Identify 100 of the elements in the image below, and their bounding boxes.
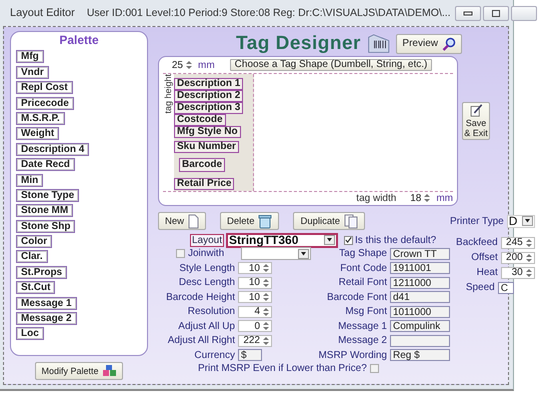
text-field[interactable]: 1211000 — [390, 276, 450, 289]
window-title: Layout Editor — [10, 7, 75, 19]
tag-height-label: tag height — [163, 74, 173, 114]
palette-item[interactable]: St.Props — [16, 266, 68, 279]
palette-item[interactable]: Clar. — [16, 250, 48, 264]
palette-item[interactable]: Vndr — [16, 66, 49, 79]
modify-palette-button[interactable]: Modify Palette — [35, 362, 123, 380]
palette-item[interactable]: Weight — [16, 127, 60, 140]
text-field[interactable]: Crown TT — [390, 248, 450, 260]
dropdown-caret-icon — [298, 248, 309, 259]
tag-field[interactable]: Costcode — [174, 114, 226, 126]
field-label: Message 1 — [337, 320, 387, 332]
spin-arrows-icon — [524, 268, 533, 278]
printer-setting-label: Backfeed — [456, 237, 498, 248]
number-field[interactable]: 10 — [238, 276, 272, 289]
spin-arrows-icon — [423, 193, 432, 203]
joinwith-label: Joinwith — [188, 248, 226, 260]
text-field[interactable]: C — [498, 282, 514, 294]
palette-item[interactable]: Color — [16, 235, 52, 248]
tag-width-label: tag width — [356, 192, 396, 204]
layout-dropdown[interactable]: StringTT360 — [226, 232, 338, 248]
currency-field[interactable]: $ — [238, 349, 262, 362]
tag-field[interactable]: Mfg Style No — [174, 126, 241, 138]
maximize-icon — [490, 8, 501, 18]
field-label: Retail Font — [338, 277, 387, 288]
palette-item[interactable]: Mfg — [16, 50, 44, 64]
palette-item[interactable]: Min — [16, 174, 44, 187]
checkbox[interactable] — [176, 249, 185, 258]
text-field[interactable] — [390, 334, 450, 347]
text-field[interactable]: Compulink — [390, 320, 450, 332]
minimize-button[interactable] — [454, 6, 481, 20]
palette-item[interactable]: Loc — [16, 327, 44, 340]
designer-title: Tag Designer — [236, 32, 361, 54]
joinwith-dropdown[interactable] — [241, 247, 311, 260]
trash-can-icon — [258, 214, 272, 228]
save-exit-button[interactable]: Save & Exit — [462, 102, 490, 140]
toolbar-button[interactable]: Delete — [220, 212, 280, 230]
tag-field[interactable]: Description 1 — [174, 78, 244, 90]
printer-setting-label: Speed — [466, 282, 495, 293]
palette-item[interactable]: Date Recd — [16, 158, 75, 172]
palette-item[interactable]: Pricecode — [16, 96, 74, 110]
minimize-icon — [462, 10, 473, 16]
number-field[interactable]: 10 — [238, 262, 272, 274]
palette-item[interactable]: Repl Cost — [16, 81, 73, 94]
toolbar-button[interactable]: New — [158, 212, 206, 230]
dropdown-caret-icon — [522, 216, 533, 226]
tag-field[interactable]: Barcode — [179, 158, 226, 172]
text-field[interactable]: 1911001 — [390, 262, 450, 274]
field-label: MSRP Wording — [317, 350, 387, 361]
toolbar-button[interactable]: Duplicate — [293, 212, 366, 230]
setting-label: Resolution — [186, 306, 235, 318]
checkbox[interactable] — [370, 364, 379, 372]
spin-arrows-icon — [262, 278, 270, 288]
text-field[interactable]: Reg $ — [390, 349, 450, 362]
spin-arrows-icon — [262, 292, 270, 302]
field-label: Tag Shape — [338, 248, 387, 260]
dropdown-caret-icon — [324, 235, 336, 245]
spin-arrows-icon — [524, 238, 533, 248]
spin-arrows-icon — [185, 60, 193, 70]
text-field[interactable]: d41 — [390, 291, 450, 304]
tag-field[interactable]: Sku Number — [174, 141, 239, 153]
palette-item[interactable]: Description 4 — [16, 142, 90, 156]
number-field[interactable]: 4 — [238, 306, 272, 318]
preview-button[interactable]: Preview — [396, 34, 462, 54]
field-label: Message 2 — [337, 335, 387, 346]
number-field[interactable]: 0 — [238, 320, 272, 332]
tag-field[interactable]: Retail Price — [174, 178, 234, 190]
currency-label: Currency — [193, 350, 235, 361]
setting-label: Adjust All Up — [177, 320, 235, 332]
number-field[interactable]: 10 — [238, 291, 272, 304]
spin-arrows-icon — [262, 336, 270, 346]
spin-arrows-icon — [262, 306, 270, 317]
number-field[interactable]: 30 — [500, 266, 535, 278]
tag-field[interactable]: Description 2 — [174, 90, 244, 102]
palette-item[interactable]: Message 1 — [16, 296, 77, 310]
tag-field[interactable]: Description 3 — [174, 102, 244, 114]
number-field[interactable]: 200 — [500, 252, 535, 264]
spin-arrows-icon — [524, 252, 533, 262]
number-field[interactable]: 245 — [500, 236, 535, 248]
palette-item[interactable]: St.Cut — [16, 281, 56, 294]
palette-item[interactable]: Stone Type — [16, 188, 80, 202]
checkbox[interactable] — [344, 236, 354, 244]
document-icon — [188, 214, 200, 228]
spin-arrows-icon — [262, 321, 270, 332]
palette-item[interactable]: Stone Shp — [16, 220, 76, 233]
text-field[interactable]: 1011000 — [390, 306, 450, 318]
print-msrp-label: Print MSRP Even if Lower than Price? — [198, 362, 367, 374]
barcode-tag-icon — [366, 32, 390, 56]
session-info: User ID:001 Level:10 Period:9 Store:08 Reg: Dr:C:\VISUALJS\DATA\DEMO\... — [86, 7, 451, 19]
copy-icon — [344, 214, 358, 228]
number-field[interactable]: 222 — [238, 334, 272, 347]
palette-item[interactable]: Message 2 — [16, 312, 77, 326]
maximize-button[interactable] — [482, 6, 509, 20]
unit-label: mm — [436, 192, 453, 204]
default-label: Is this the default? — [355, 234, 436, 246]
document-pencil-icon — [468, 104, 484, 117]
printer-type-dropdown[interactable]: D — [506, 214, 535, 228]
palette-item[interactable]: M.S.R.P. — [16, 112, 65, 125]
palette-item[interactable]: Stone MM — [16, 204, 74, 218]
tag-shape-button[interactable]: Choose a Tag Shape (Dumbell, String, etc.) — [230, 59, 432, 71]
